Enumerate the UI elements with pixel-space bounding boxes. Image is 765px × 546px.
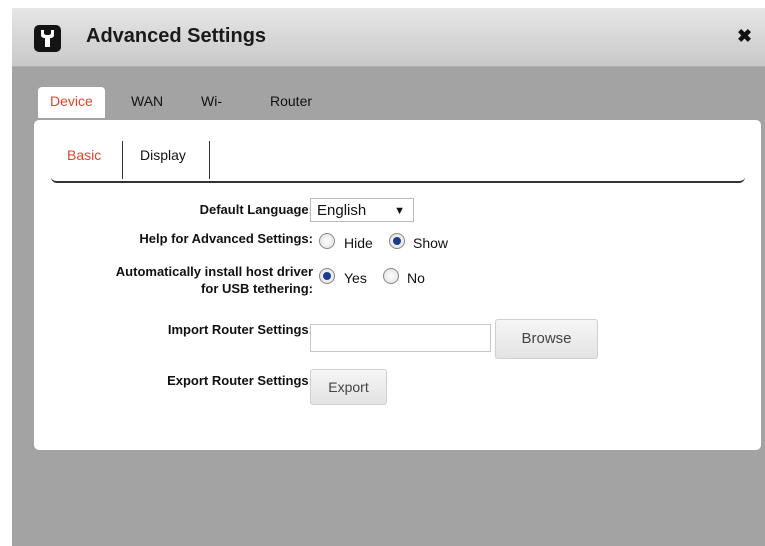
default-language-label: Default Language: — [199, 202, 313, 217]
import-file-input[interactable] — [310, 324, 491, 352]
default-language-select[interactable]: English ▼ — [310, 198, 414, 222]
chevron-down-icon: ▼ — [394, 205, 405, 217]
usb-no-label: No — [407, 270, 425, 286]
tab-wan[interactable]: WAN — [131, 87, 163, 118]
dialog-titlebar: Advanced Settings ✖ — [12, 8, 765, 67]
export-button[interactable]: Export — [310, 369, 387, 405]
subtab-basic[interactable]: Basic — [67, 147, 101, 163]
wrench-icon — [34, 25, 61, 52]
help-hide-label: Hide — [344, 235, 373, 251]
usb-yes-label: Yes — [344, 270, 367, 286]
close-icon[interactable]: ✖ — [737, 26, 752, 47]
subtabs: Basic Display — [51, 141, 745, 183]
usb-driver-label-line1: Automatically install host driver — [115, 264, 313, 279]
subtab-divider — [122, 141, 123, 179]
tab-device[interactable]: Device — [38, 87, 105, 118]
help-show-label: Show — [413, 235, 449, 251]
tab-wifi[interactable]: Wi-Fi — [201, 87, 222, 137]
help-hide-radio[interactable] — [319, 233, 335, 249]
subtab-display[interactable]: Display — [140, 147, 186, 163]
settings-panel: Basic Display Default Language: English … — [34, 120, 761, 450]
help-advanced-label: Help for Advanced Settings: — [139, 231, 313, 246]
advanced-settings-dialog: Advanced Settings ✖ Device WAN Wi-Fi Rou… — [12, 8, 765, 546]
usb-driver-label-line2: for USB tethering: — [201, 281, 313, 296]
import-settings-label: Import Router Settings: — [167, 322, 313, 337]
tab-router[interactable]: Router — [270, 87, 312, 118]
help-show-radio[interactable] — [389, 233, 405, 249]
usb-yes-radio[interactable] — [319, 268, 335, 284]
export-settings-label: Export Router Settings: — [167, 373, 313, 388]
usb-no-radio[interactable] — [383, 268, 399, 284]
subtab-divider — [209, 141, 210, 179]
browse-button[interactable]: Browse — [495, 319, 598, 359]
default-language-value: English — [317, 202, 367, 219]
dialog-title: Advanced Settings — [86, 25, 267, 47]
